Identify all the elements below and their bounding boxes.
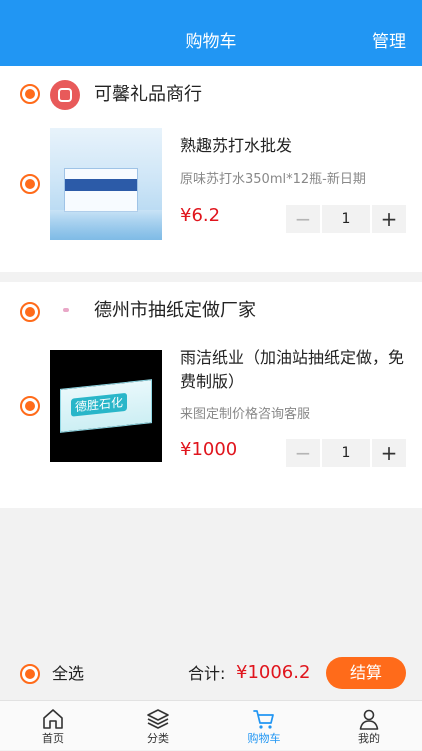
increase-button[interactable]: + (372, 439, 406, 467)
quantity-input[interactable]: 1 (322, 205, 370, 233)
store-name[interactable]: 德州市抽纸定做厂家 (94, 299, 256, 323)
store-logo (50, 80, 80, 110)
store-card: 可馨礼品商行 熟趣苏打水批发 原味苏打水350ml*12瓶-新日期 ¥6.2 −… (0, 66, 422, 272)
store-name[interactable]: 可馨礼品商行 (94, 83, 202, 107)
item-select-radio[interactable] (20, 174, 40, 194)
manage-button[interactable]: 管理 (372, 30, 406, 54)
tab-label: 我的 (358, 732, 380, 745)
product-image-brand: 德胜石化 (71, 392, 128, 417)
product-spec: 来图定制价格咨询客服 (180, 407, 311, 422)
total-value: ¥1006.2 (236, 662, 311, 683)
checkout-bar: 全选 合计: ¥1006.2 结算 (0, 650, 422, 698)
tab-bar: 首页 分类 购物车 我的 (0, 700, 422, 750)
quantity-stepper: − 1 + (286, 205, 406, 233)
product-image[interactable]: 德胜石化 (50, 350, 162, 462)
quantity-stepper: − 1 + (286, 439, 406, 467)
increase-button[interactable]: + (372, 205, 406, 233)
item-select-radio[interactable] (20, 396, 40, 416)
select-all-label[interactable]: 全选 (52, 662, 84, 686)
store-select-radio[interactable] (20, 302, 40, 322)
home-icon (43, 709, 63, 729)
cart-icon (253, 710, 274, 729)
store-card: 德州市抽纸定做厂家 德胜石化 雨洁纸业（加油站抽纸定做，免费制版） 来图定制价格… (0, 282, 422, 508)
tab-label: 购物车 (247, 732, 281, 745)
quantity-input[interactable]: 1 (322, 439, 370, 467)
product-spec: 原味苏打水350ml*12瓶-新日期 (180, 172, 366, 187)
total-label: 合计: (188, 664, 226, 683)
product-price: ¥6.2 (180, 205, 221, 226)
decrease-button[interactable]: − (286, 205, 320, 233)
tab-profile[interactable]: 我的 (334, 701, 404, 751)
select-all-radio[interactable] (20, 664, 40, 684)
store-select-radio[interactable] (20, 84, 40, 104)
product-price: ¥1000 (180, 439, 238, 460)
app-header: 购物车 管理 (0, 0, 422, 66)
decrease-button[interactable]: − (286, 439, 320, 467)
product-title[interactable]: 雨洁纸业（加油站抽纸定做，免费制版） (180, 346, 406, 394)
store-header: 德州市抽纸定做厂家 (0, 282, 422, 338)
layers-icon (147, 709, 169, 729)
tab-label: 首页 (42, 732, 64, 745)
store-logo (50, 296, 80, 326)
checkout-button[interactable]: 结算 (326, 657, 406, 689)
tab-label: 分类 (147, 732, 169, 745)
tab-category[interactable]: 分类 (123, 701, 193, 751)
user-icon (359, 709, 379, 730)
page-title: 购物车 (185, 32, 237, 52)
store-header: 可馨礼品商行 (0, 66, 422, 122)
product-title[interactable]: 熟趣苏打水批发 (180, 134, 406, 158)
product-image[interactable] (50, 128, 162, 240)
tab-home[interactable]: 首页 (18, 701, 88, 751)
tab-cart[interactable]: 购物车 (229, 701, 299, 751)
